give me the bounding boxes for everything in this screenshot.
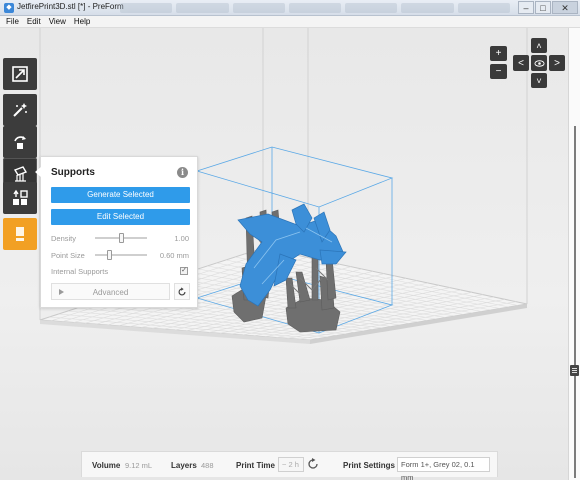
window-title: JetfirePrint3D.stl [*] - PreForm (17, 2, 124, 11)
print-status-bar: Volume 9.12 mL Layers 488 Print Time ~ 2… (81, 451, 498, 480)
rotate-down-button[interactable]: ˅ (531, 73, 547, 88)
advanced-label: Advanced (92, 288, 129, 297)
supports-icon (13, 166, 28, 182)
print-time-value: ~ 2 h (278, 457, 304, 472)
refresh-print-time-button[interactable] (307, 458, 319, 470)
title-bar: ◆ JetfirePrint3D.stl [*] - PreForm – □ ✕ (0, 0, 580, 16)
generate-selected-button[interactable]: Generate Selected (51, 187, 190, 203)
layout-tool[interactable] (3, 182, 37, 214)
menu-bar: File Edit View Help (0, 16, 580, 28)
print-tool[interactable] (3, 218, 37, 250)
print-settings-field[interactable]: Form 1+, Grey 02, 0.1 mm (397, 457, 490, 480)
point-size-slider-knob[interactable] (106, 250, 112, 260)
menu-view[interactable]: View (49, 16, 66, 27)
zoom-fit-icon (12, 66, 28, 82)
preform-app-icon: ◆ (4, 3, 14, 13)
zoom-fit-tool[interactable] (3, 58, 37, 90)
zoom-in-button[interactable]: + (490, 46, 507, 61)
rotate-left-button[interactable]: < (513, 55, 529, 71)
density-value: 1.00 (174, 234, 189, 243)
panel-title: Supports (51, 167, 95, 178)
volume-value: 9.12 mL (125, 461, 153, 470)
density-slider-knob[interactable] (118, 233, 124, 243)
zoom-out-button[interactable]: − (490, 64, 507, 79)
volume-label: Volume (92, 461, 121, 470)
density-slider[interactable] (95, 233, 147, 243)
layer-slider-track (574, 126, 576, 478)
density-label: Density (51, 234, 77, 243)
layout-icon (13, 189, 28, 205)
reset-icon (178, 286, 186, 295)
menu-edit[interactable]: Edit (27, 16, 41, 27)
edit-selected-button[interactable]: Edit Selected (51, 209, 190, 225)
magic-wand-tool[interactable] (3, 94, 37, 126)
layer-slider-handle[interactable] (570, 365, 579, 376)
maximize-button[interactable]: □ (535, 1, 551, 14)
point-size-value: 0.60 mm (159, 251, 189, 260)
point-size-label: Point Size (51, 251, 85, 260)
minimize-button[interactable]: – (518, 1, 534, 14)
close-button[interactable]: ✕ (552, 1, 578, 14)
internal-supports-label: Internal Supports (51, 267, 109, 276)
print-settings-label: Print Settings (343, 461, 396, 470)
print-time-label: Print Time (236, 461, 275, 470)
eye-icon (533, 59, 545, 67)
layers-label: Layers (171, 461, 197, 470)
advanced-toggle[interactable]: Advanced (51, 283, 170, 300)
info-icon[interactable]: i (177, 167, 188, 178)
reset-button[interactable] (174, 283, 190, 300)
magic-wand-icon (13, 103, 27, 117)
menu-help[interactable]: Help (74, 16, 90, 27)
vertical-layer-slider[interactable] (568, 28, 580, 480)
taskbar-ghost (120, 3, 510, 13)
rotate-up-button[interactable]: ˄ (531, 38, 547, 53)
print-icon (16, 227, 24, 241)
supports-panel: Supports i Generate Selected Edit Select… (35, 156, 198, 308)
home-view-button[interactable] (531, 55, 547, 71)
layers-value: 488 (201, 461, 214, 470)
orientation-icon (14, 136, 26, 149)
orientation-tool[interactable] (3, 126, 37, 158)
refresh-icon (308, 458, 318, 469)
rotate-right-button[interactable]: > (549, 55, 565, 71)
menu-file[interactable]: File (6, 16, 19, 27)
internal-supports-checkbox[interactable]: ✓ (180, 267, 188, 275)
point-size-slider[interactable] (95, 250, 147, 260)
